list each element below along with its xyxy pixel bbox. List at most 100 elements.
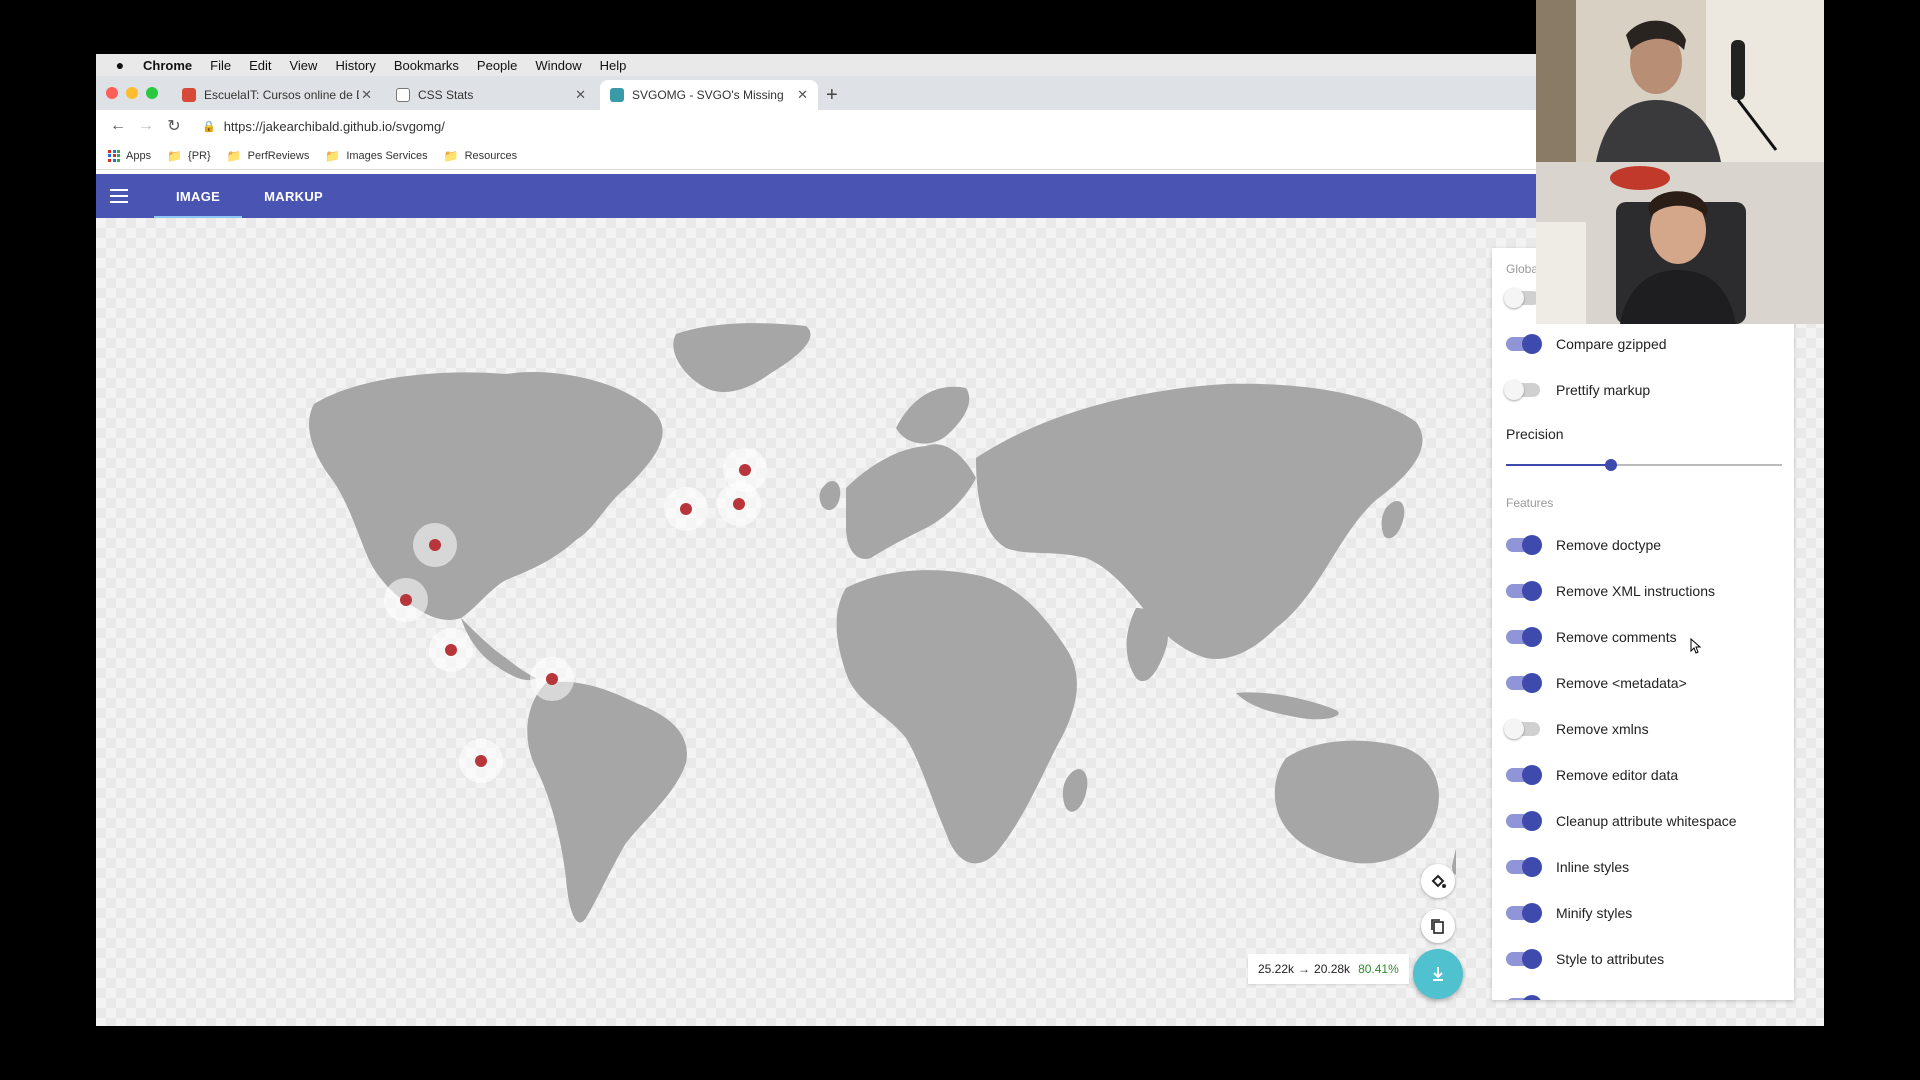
close-window-button[interactable] (106, 87, 118, 99)
menu-app-name[interactable]: Chrome (143, 58, 192, 73)
toggle-label: Minify styles (1556, 905, 1633, 921)
tab-markup[interactable]: MARKUP (242, 174, 345, 218)
toggle-label: Remove doctype (1556, 537, 1662, 553)
tab-escuelait[interactable]: EscuelaIT: Cursos online de De ✕ (172, 80, 382, 110)
reload-icon[interactable]: ↻ (160, 116, 188, 136)
toggle-prettify-markup[interactable]: Prettify markup (1504, 375, 1651, 405)
menu-people[interactable]: People (477, 58, 517, 73)
slider-thumb[interactable] (1604, 459, 1617, 471)
bookmark-folder-resources[interactable]: 📁 Resources (444, 149, 518, 163)
toggle-switch[interactable] (1506, 334, 1542, 354)
menu-edit[interactable]: Edit (249, 58, 271, 73)
menu-window[interactable]: Window (535, 58, 581, 73)
size-after: 20.28k (1314, 962, 1351, 976)
folder-icon: 📁 (443, 148, 459, 163)
toggle-switch[interactable] (1506, 995, 1542, 1000)
toggle-feature[interactable]: Style to attributes (1506, 944, 1664, 974)
toggle-feature[interactable]: Inline styles (1506, 852, 1629, 882)
address-bar[interactable]: 🔒 https://jakearchibald.github.io/svgomg… (196, 114, 1496, 138)
minimize-window-button[interactable] (126, 87, 138, 99)
continent-madagascar (1062, 769, 1088, 812)
download-button[interactable] (1413, 949, 1463, 999)
section-features-label: Features (1506, 496, 1554, 510)
toggle-label: Cleanup attribute whitespace (1556, 813, 1737, 829)
tab-css-stats[interactable]: CSS Stats ✕ (386, 80, 596, 110)
toggle-switch[interactable] (1506, 673, 1542, 693)
toggle-feature[interactable]: Remove <metadata> (1506, 668, 1687, 698)
map-pin-colombia (445, 644, 457, 656)
folder-icon: 📁 (167, 148, 183, 163)
toggle-switch[interactable] (1506, 949, 1542, 969)
map-pin-germany (739, 464, 751, 476)
copy-icon (1431, 919, 1444, 934)
favicon-icon (182, 88, 196, 102)
tab-image[interactable]: IMAGE (154, 174, 243, 218)
continent-australia (1274, 740, 1439, 864)
world-map-image (309, 323, 1456, 923)
menu-history[interactable]: History (335, 58, 375, 73)
toggle-label: Remove comments (1556, 629, 1677, 645)
lock-icon[interactable]: 🔒 (202, 120, 216, 133)
menu-icon[interactable] (110, 189, 128, 203)
size-before: 25.22k (1258, 962, 1295, 976)
new-tab-icon[interactable]: + (826, 84, 838, 107)
toggle-compare-gzipped[interactable]: Compare gzipped (1506, 329, 1667, 359)
background-toggle-button[interactable] (1421, 864, 1455, 898)
toggle-switch[interactable] (1506, 857, 1542, 877)
toggle-switch[interactable] (1506, 535, 1542, 555)
map-pin-usa-east (429, 539, 441, 551)
toggle-feature[interactable]: Remove XML instructions (1506, 576, 1715, 606)
menu-help[interactable]: Help (600, 58, 627, 73)
toggle-switch[interactable] (1504, 719, 1540, 739)
map-pin-italy (733, 498, 745, 510)
toggle-label: Remove xmlns (1556, 721, 1649, 737)
forward-icon[interactable]: → (132, 117, 160, 135)
bookmark-folder-images-services[interactable]: 📁 Images Services (325, 149, 427, 163)
toggle-switch[interactable] (1504, 380, 1540, 400)
menu-view[interactable]: View (289, 58, 317, 73)
toggle-feature[interactable]: Remove editor data (1506, 760, 1678, 790)
apple-icon[interactable]: ● (106, 57, 134, 73)
tab-title: CSS Stats (418, 88, 474, 102)
close-tab-icon[interactable]: ✕ (361, 87, 372, 103)
toggle-switch[interactable] (1506, 903, 1542, 923)
toggle-feature[interactable]: Remove xmlns (1504, 714, 1649, 744)
slider-fill (1506, 464, 1611, 466)
continent-indonesia (1236, 692, 1339, 720)
toggle-label: Compare gzipped (1556, 336, 1667, 352)
bookmark-folder-pr[interactable]: 📁 {PR} (167, 149, 211, 163)
bookmark-folder-perfreviews[interactable]: 📁 PerfReviews (227, 149, 310, 163)
toggle-feature[interactable]: Remove doctype (1506, 530, 1661, 560)
zoom-window-button[interactable] (146, 87, 158, 99)
webcam-feed-presenter-2 (1536, 162, 1824, 324)
toggle-feature[interactable]: Cleanup attribute whitespace (1506, 806, 1737, 836)
close-tab-icon[interactable]: ✕ (575, 87, 586, 103)
toggle-feature-partial[interactable] (1506, 990, 1556, 1000)
bookmark-label: PerfReviews (247, 149, 310, 162)
toggle-switch[interactable] (1506, 765, 1542, 785)
menu-file[interactable]: File (210, 58, 231, 73)
apps-grid-icon (108, 149, 120, 162)
tab-title: SVGOMG - SVGO's Missing GU (632, 88, 787, 102)
url-text[interactable]: https://jakearchibald.github.io/svgomg/ (224, 119, 445, 134)
toggle-feature[interactable]: Remove comments (1506, 622, 1677, 652)
toggle-switch[interactable] (1506, 811, 1542, 831)
back-icon[interactable]: ← (104, 117, 132, 135)
continent-south-america (527, 681, 687, 923)
toggle-label: Prettify markup (1556, 382, 1651, 398)
bookmark-apps[interactable]: Apps (108, 149, 151, 162)
menu-bookmarks[interactable]: Bookmarks (394, 58, 459, 73)
precision-slider[interactable] (1506, 458, 1782, 472)
tab-svgomg[interactable]: SVGOMG - SVGO's Missing GU ✕ (600, 80, 818, 110)
bookmark-label: Images Services (346, 149, 428, 162)
arrow-icon: → (1298, 962, 1311, 976)
toggle-switch[interactable] (1506, 627, 1542, 647)
toggle-switch[interactable] (1504, 288, 1540, 308)
continent-europe (846, 444, 976, 559)
toggle-switch[interactable] (1506, 581, 1542, 601)
toggle-feature[interactable]: Minify styles (1506, 898, 1632, 928)
close-tab-icon[interactable]: ✕ (797, 87, 808, 103)
map-pin-argentina (475, 755, 487, 767)
copy-button[interactable] (1421, 909, 1455, 943)
toggle-label: Remove editor data (1556, 767, 1679, 783)
